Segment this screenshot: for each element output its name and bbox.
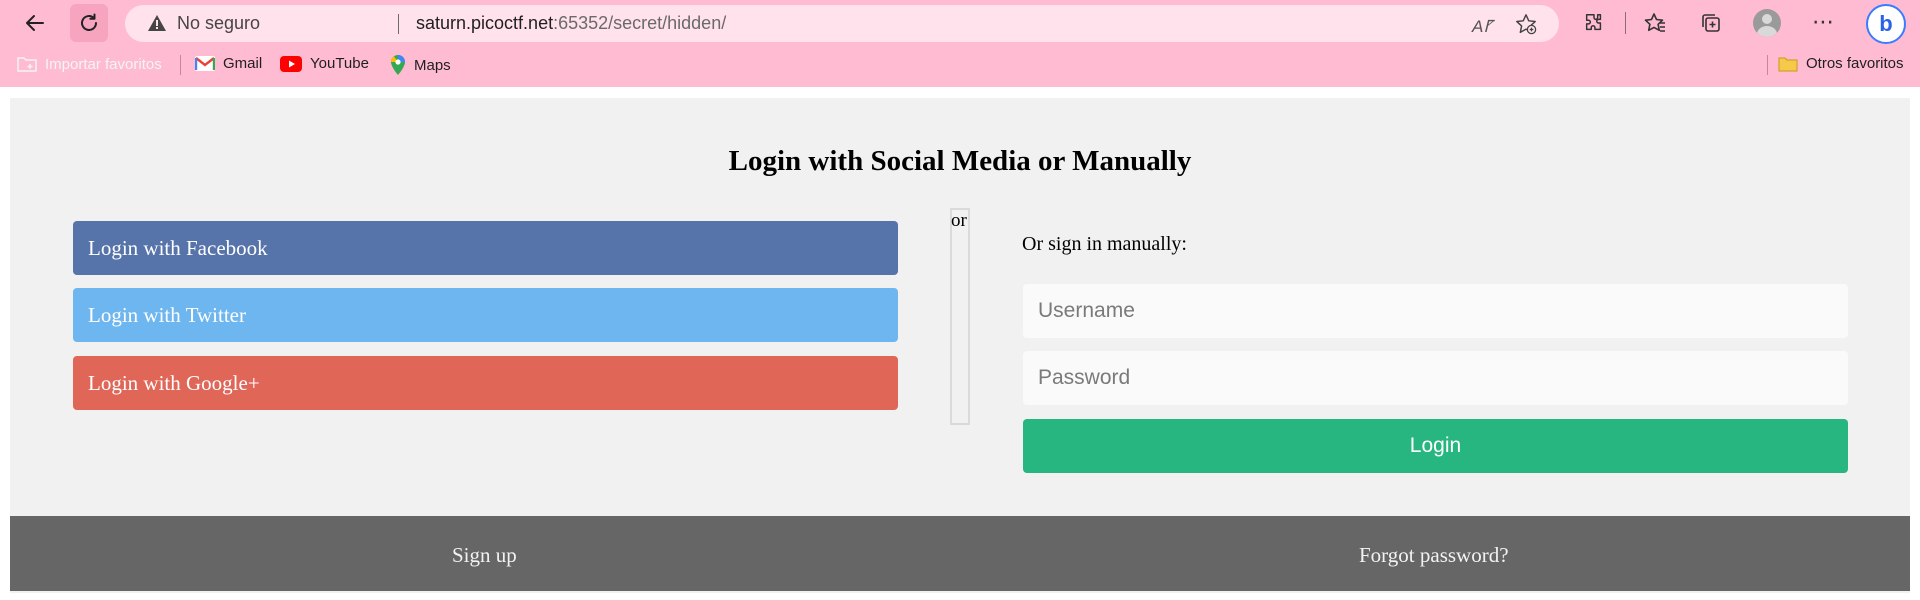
favorites-icon bbox=[1644, 13, 1665, 32]
maps-pin-icon bbox=[391, 55, 405, 75]
login-facebook-button[interactable]: Login with Facebook bbox=[73, 221, 898, 275]
bookmark-separator-right bbox=[1767, 55, 1768, 75]
gmail-icon bbox=[195, 56, 215, 71]
browser-toolbar: No seguro saturn.picoctf.net:65352/secre… bbox=[0, 0, 1920, 45]
login-page: Login with Social Media or Manually Logi… bbox=[10, 98, 1910, 593]
toolbar-separator bbox=[1625, 12, 1626, 34]
collections-icon bbox=[1702, 14, 1720, 32]
add-favorite-icon[interactable] bbox=[1515, 13, 1537, 35]
url-text[interactable]: saturn.picoctf.net:65352/secret/hidden/ bbox=[416, 13, 726, 34]
username-input[interactable] bbox=[1023, 284, 1848, 338]
bookmark-gmail[interactable]: Gmail bbox=[195, 55, 262, 72]
bookmark-maps[interactable]: Maps bbox=[390, 55, 451, 75]
bookmark-youtube-label: YouTube bbox=[310, 55, 369, 72]
collections-button[interactable] bbox=[1696, 8, 1726, 38]
forgot-password-link[interactable]: Forgot password? bbox=[1359, 543, 1509, 568]
profile-avatar[interactable] bbox=[1753, 9, 1781, 37]
back-button[interactable] bbox=[16, 4, 54, 42]
more-options-icon[interactable]: ⋯ bbox=[1812, 9, 1835, 35]
url-path: :65352/secret/hidden/ bbox=[553, 13, 727, 33]
page-title: Login with Social Media or Manually bbox=[728, 145, 1192, 177]
youtube-icon bbox=[280, 55, 302, 72]
bookmark-separator bbox=[180, 55, 181, 75]
import-folder-icon bbox=[17, 57, 37, 72]
back-arrow-icon bbox=[26, 15, 44, 31]
password-input[interactable] bbox=[1023, 351, 1848, 405]
bookmark-other-favorites-label: Otros favoritos bbox=[1806, 55, 1904, 72]
signup-link[interactable]: Sign up bbox=[452, 543, 517, 568]
vertical-divider bbox=[950, 208, 970, 425]
login-button[interactable]: Login bbox=[1023, 419, 1848, 473]
not-secure-label[interactable]: No seguro bbox=[177, 13, 260, 34]
bookmark-import[interactable]: Importar favoritos bbox=[17, 55, 162, 73]
bookmark-import-label: Importar favoritos bbox=[45, 55, 162, 73]
warning-icon[interactable] bbox=[147, 14, 167, 32]
address-bar[interactable]: No seguro saturn.picoctf.net:65352/secre… bbox=[125, 5, 1559, 42]
bookmarks-bar: Importar favoritos Gmail YouTube Maps Ot… bbox=[0, 45, 1920, 87]
read-aloud-glyph: A bbox=[1472, 17, 1484, 36]
folder-icon bbox=[1778, 57, 1798, 71]
puzzle-icon bbox=[1585, 14, 1602, 31]
read-aloud-icon[interactable]: A⹍ bbox=[1472, 14, 1492, 37]
login-google-button[interactable]: Login with Google+ bbox=[73, 356, 898, 410]
url-host: saturn.picoctf.net bbox=[416, 13, 554, 33]
browser-chrome: No seguro saturn.picoctf.net:65352/secre… bbox=[0, 0, 1920, 87]
page-footer: Sign up Forgot password? bbox=[10, 516, 1910, 591]
address-separator bbox=[398, 14, 399, 34]
reload-icon bbox=[81, 13, 97, 31]
bing-copilot-icon[interactable]: b bbox=[1866, 4, 1906, 44]
reload-button[interactable] bbox=[70, 4, 108, 42]
extensions-button[interactable] bbox=[1579, 8, 1609, 38]
login-twitter-button[interactable]: Login with Twitter bbox=[73, 288, 898, 342]
bookmark-youtube[interactable]: YouTube bbox=[280, 55, 369, 72]
bookmark-other-favorites[interactable]: Otros favoritos bbox=[1778, 55, 1904, 72]
bookmark-maps-label: Maps bbox=[414, 56, 451, 74]
manual-signin-hint: Or sign in manually: bbox=[1022, 233, 1187, 255]
divider-or-label: or bbox=[951, 210, 967, 231]
favorites-button[interactable] bbox=[1640, 8, 1670, 38]
bookmark-gmail-label: Gmail bbox=[223, 55, 263, 72]
